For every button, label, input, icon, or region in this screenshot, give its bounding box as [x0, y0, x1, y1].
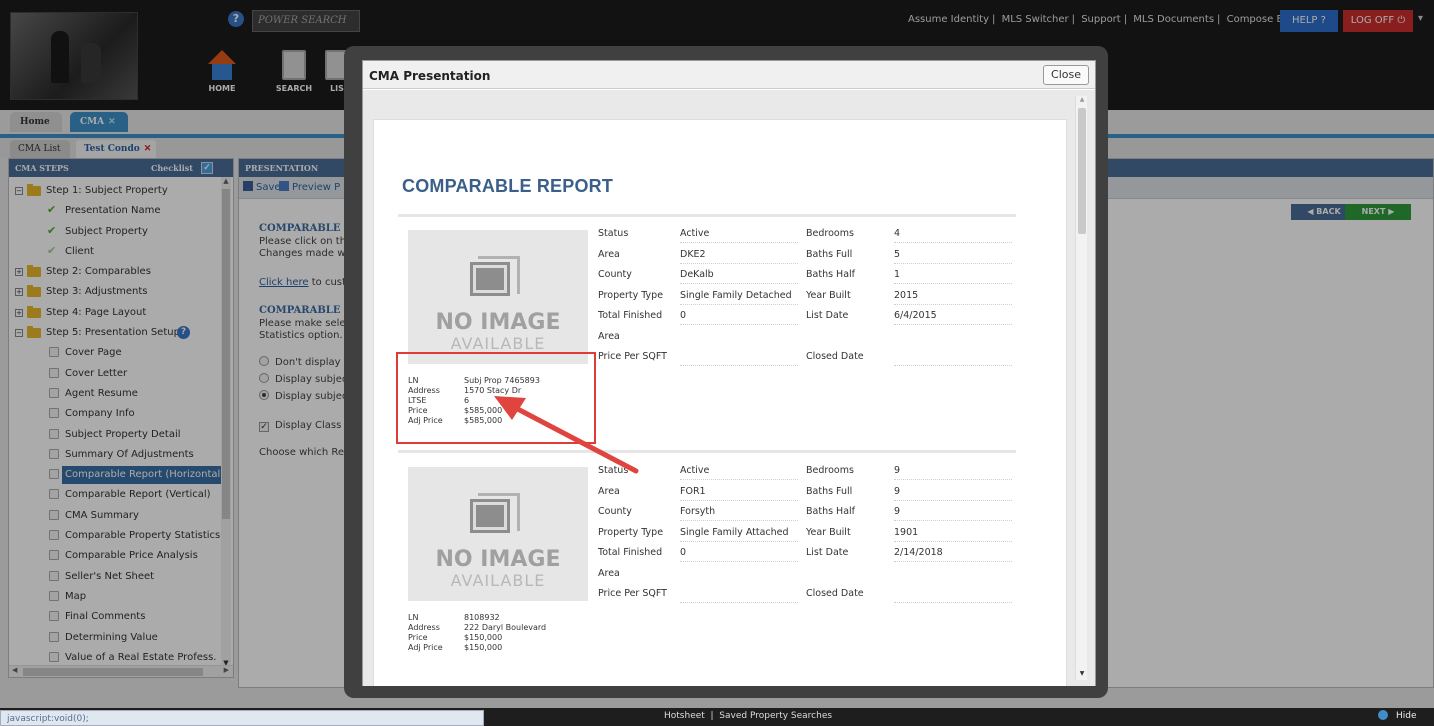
field-row: Status Active Bedrooms 9	[598, 461, 1018, 482]
scroll-up-icon[interactable]: ▲	[1076, 96, 1088, 106]
hide-icon	[1378, 710, 1388, 720]
dialog-scrollbar[interactable]: ▲ ▼	[1075, 96, 1087, 680]
field-row: Price Per SQFT Closed Date	[598, 347, 1018, 368]
field-row: Area FOR1 Baths Full 9	[598, 482, 1018, 503]
scroll-down-icon[interactable]: ▼	[1076, 670, 1088, 680]
field-row: Status Active Bedrooms 4	[598, 224, 1018, 245]
field-row: Area	[598, 330, 620, 342]
status-bar: javascript:void(0); Hotsheet | Saved Pro…	[0, 708, 1434, 726]
dialog-title: CMA Presentation	[369, 69, 491, 83]
hotsheet-link[interactable]: Hotsheet	[664, 711, 705, 721]
field-row: Property Type Single Family Detached Year …	[598, 286, 1018, 307]
photo-icon	[466, 493, 524, 537]
field-row: Property Type Single Family Attached Year …	[598, 523, 1018, 544]
field-row: Area DKE2 Baths Full 5	[598, 245, 1018, 266]
divider	[398, 450, 1016, 453]
field-row: County DeKalb Baths Half 1	[598, 265, 1018, 286]
field-row: Area	[598, 567, 620, 579]
field-row: Total Finished 0 List Date 6/4/2015	[598, 306, 1018, 327]
property-fields: Status Active Bedrooms 9 Area FOR1 Baths Full 9…	[598, 461, 1018, 605]
close-button[interactable]: Close	[1043, 65, 1089, 85]
field-row: County Forsyth Baths Half 9	[598, 502, 1018, 523]
report-title: COMPARABLE REPORT	[402, 176, 614, 196]
photo-icon	[466, 256, 524, 300]
field-row: Price Per SQFT Closed Date	[598, 584, 1018, 605]
annotation-highlight-box	[396, 352, 596, 444]
status-url: javascript:void(0);	[0, 710, 484, 726]
property-record: NO IMAGE AVAILABLE LN 8108932 Address 222 Dar…	[398, 457, 1018, 686]
dialog-titlebar: CMA Presentation Close	[363, 61, 1095, 89]
hide-button[interactable]: Hide	[1378, 710, 1417, 721]
footer-links: Hotsheet | Saved Property Searches	[664, 711, 833, 721]
divider	[398, 214, 1016, 217]
property-fields: Status Active Bedrooms 4 Area DKE2 Baths Full 5…	[598, 224, 1018, 368]
no-image-placeholder: NO IMAGE AVAILABLE	[408, 467, 588, 601]
no-image-placeholder: NO IMAGE AVAILABLE	[408, 230, 588, 364]
field-row: Total Finished 0 List Date 2/14/2018	[598, 543, 1018, 564]
saved-searches-link[interactable]: Saved Property Searches	[719, 711, 832, 721]
